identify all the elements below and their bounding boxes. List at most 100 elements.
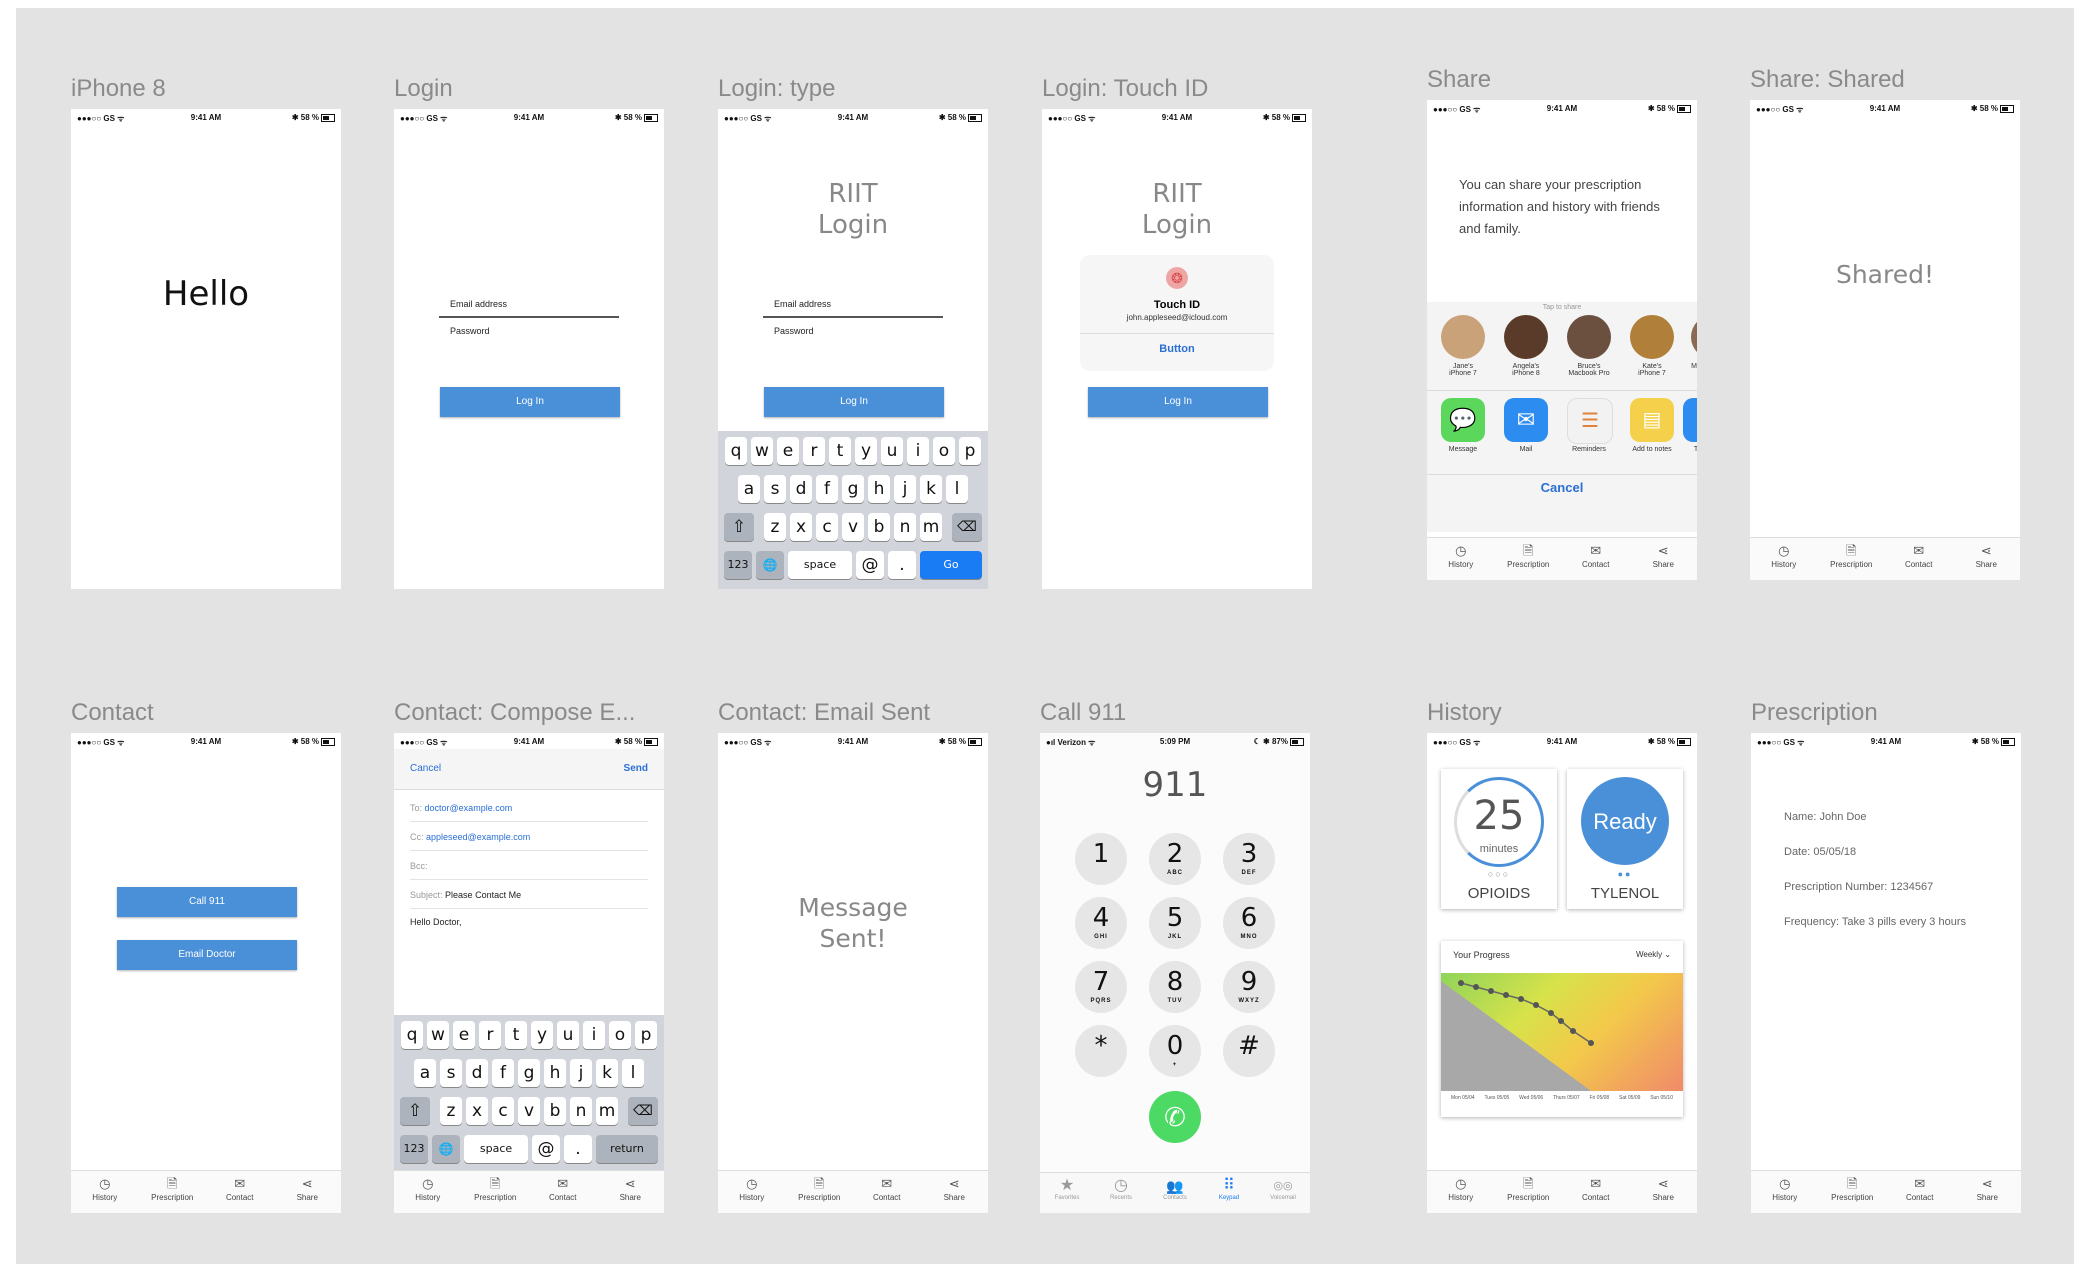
tab-contact[interactable]: ✉ Contact bbox=[209, 1171, 271, 1213]
email-doctor-button[interactable]: Email Doctor bbox=[117, 940, 297, 970]
key-w[interactable]: w bbox=[751, 437, 773, 465]
avatar-jane[interactable] bbox=[1441, 315, 1485, 359]
message-app-icon[interactable]: 💬 bbox=[1441, 398, 1485, 442]
key-o[interactable]: o bbox=[933, 437, 955, 465]
bcc-field[interactable]: Bcc: bbox=[410, 851, 648, 880]
dial-key-7[interactable]: 7 PQRS bbox=[1075, 961, 1127, 1013]
email-body[interactable]: Hello Doctor, bbox=[410, 917, 462, 927]
avatar-kate[interactable] bbox=[1630, 315, 1674, 359]
password-field[interactable]: Password bbox=[774, 326, 814, 336]
tab-history[interactable]: ◷ History bbox=[1430, 538, 1492, 580]
medication-card-opioids[interactable]: 25 minutes ○○○ OPIOIDS bbox=[1441, 769, 1557, 909]
cancel-button[interactable]: Cancel bbox=[1427, 480, 1697, 495]
numbers-key[interactable]: 123 bbox=[400, 1135, 428, 1163]
touch-id-button[interactable]: Button bbox=[1080, 343, 1274, 355]
tab-history[interactable]: ◷ History bbox=[397, 1171, 459, 1213]
tab-prescription[interactable]: 🗎 Prescription bbox=[1497, 538, 1559, 580]
tab-recents[interactable]: ◷ Recents bbox=[1096, 1173, 1146, 1213]
email-field[interactable]: Email address bbox=[774, 299, 831, 309]
globe-key[interactable]: 🌐 bbox=[756, 551, 784, 579]
key-f[interactable]: f bbox=[816, 475, 838, 503]
shift-key[interactable]: ⇧ bbox=[724, 513, 754, 541]
globe-key[interactable]: 🌐 bbox=[432, 1135, 460, 1163]
tab-history[interactable]: ◷ History bbox=[721, 1171, 783, 1213]
tab-history[interactable]: ◷ History bbox=[1430, 1171, 1492, 1213]
tab-prescription[interactable]: 🗎 Prescription bbox=[1820, 538, 1882, 580]
email-field[interactable]: Email address bbox=[450, 299, 507, 309]
dial-key-2[interactable]: 2 ABC bbox=[1149, 833, 1201, 885]
delete-key[interactable]: ⌫ bbox=[952, 513, 982, 541]
key-s[interactable]: s bbox=[440, 1059, 462, 1087]
key-n[interactable]: n bbox=[894, 513, 916, 541]
tab-contact[interactable]: ✉ Contact bbox=[856, 1171, 918, 1213]
key-y[interactable]: y bbox=[531, 1021, 553, 1049]
cc-field[interactable]: Cc: appleseed@example.com bbox=[410, 822, 648, 851]
key-g[interactable]: g bbox=[518, 1059, 540, 1087]
key-b[interactable]: b bbox=[868, 513, 890, 541]
key-m[interactable]: m bbox=[920, 513, 942, 541]
delete-key[interactable]: ⌫ bbox=[628, 1097, 658, 1125]
key-a[interactable]: a bbox=[738, 475, 760, 503]
tab-contact[interactable]: ✉ Contact bbox=[1889, 1171, 1951, 1213]
compose-cancel-button[interactable]: Cancel bbox=[410, 763, 441, 774]
medication-card-tylenol[interactable]: Ready ●● TYLENOL bbox=[1567, 769, 1683, 909]
key-w[interactable]: w bbox=[427, 1021, 449, 1049]
to-field[interactable]: To: doctor@example.com bbox=[410, 793, 648, 822]
tab-prescription[interactable]: 🗎 Prescription bbox=[788, 1171, 850, 1213]
tab-history[interactable]: ◷ History bbox=[1754, 1171, 1816, 1213]
tab-voicemail[interactable]: ◎◎ Voicemail bbox=[1258, 1173, 1308, 1213]
call-button[interactable]: ✆ bbox=[1149, 1091, 1201, 1143]
key-t[interactable]: t bbox=[829, 437, 851, 465]
tab-contact[interactable]: ✉ Contact bbox=[1565, 538, 1627, 580]
tab-share[interactable]: ⋖ Share bbox=[1955, 538, 2017, 580]
dial-key-3[interactable]: 3 DEF bbox=[1223, 833, 1275, 885]
key-e[interactable]: e bbox=[453, 1021, 475, 1049]
key-j[interactable]: j bbox=[570, 1059, 592, 1087]
tab-share[interactable]: ⋖ Share bbox=[923, 1171, 985, 1213]
key-z[interactable]: z bbox=[440, 1097, 462, 1125]
dial-key-0[interactable]: 0 + bbox=[1149, 1025, 1201, 1077]
key-p[interactable]: p bbox=[959, 437, 981, 465]
key-x[interactable]: x bbox=[790, 513, 812, 541]
key-t[interactable]: t bbox=[505, 1021, 527, 1049]
tab-contacts[interactable]: 👥 Contacts bbox=[1150, 1173, 1200, 1213]
key-k[interactable]: k bbox=[596, 1059, 618, 1087]
key-p[interactable]: p bbox=[635, 1021, 657, 1049]
key-x[interactable]: x bbox=[466, 1097, 488, 1125]
key-b[interactable]: b bbox=[544, 1097, 566, 1125]
tab-contact[interactable]: ✉ Contact bbox=[1888, 538, 1950, 580]
key-z[interactable]: z bbox=[764, 513, 786, 541]
key-h[interactable]: h bbox=[544, 1059, 566, 1087]
key-d[interactable]: d bbox=[466, 1059, 488, 1087]
tab-favorites[interactable]: ★ Favorites bbox=[1042, 1173, 1092, 1213]
tab-prescription[interactable]: 🗎 Prescription bbox=[1497, 1171, 1559, 1213]
key-n[interactable]: n bbox=[570, 1097, 592, 1125]
key-u[interactable]: u bbox=[881, 437, 903, 465]
dial-key-5[interactable]: 5 JKL bbox=[1149, 897, 1201, 949]
key-m[interactable]: m bbox=[596, 1097, 618, 1125]
tab-prescription[interactable]: 🗎 Prescription bbox=[464, 1171, 526, 1213]
key-e[interactable]: e bbox=[777, 437, 799, 465]
key-g[interactable]: g bbox=[842, 475, 864, 503]
tab-prescription[interactable]: 🗎 Prescription bbox=[1821, 1171, 1883, 1213]
dot-key[interactable]: . bbox=[888, 551, 916, 579]
key-h[interactable]: h bbox=[868, 475, 890, 503]
key-d[interactable]: d bbox=[790, 475, 812, 503]
tab-share[interactable]: ⋖ Share bbox=[1632, 1171, 1694, 1213]
go-key[interactable]: Go bbox=[920, 551, 982, 579]
dial-key-star[interactable]: * bbox=[1075, 1025, 1127, 1077]
space-key[interactable]: space bbox=[788, 551, 852, 579]
key-r[interactable]: r bbox=[479, 1021, 501, 1049]
tab-contact[interactable]: ✉ Contact bbox=[1565, 1171, 1627, 1213]
key-c[interactable]: c bbox=[816, 513, 838, 541]
tab-history[interactable]: ◷ History bbox=[74, 1171, 136, 1213]
key-v[interactable]: v bbox=[842, 513, 864, 541]
key-k[interactable]: k bbox=[920, 475, 942, 503]
tab-prescription[interactable]: 🗎 Prescription bbox=[141, 1171, 203, 1213]
dial-key-4[interactable]: 4 GHI bbox=[1075, 897, 1127, 949]
subject-field[interactable]: Subject: Please Contact Me bbox=[410, 880, 648, 909]
tab-contact[interactable]: ✉ Contact bbox=[532, 1171, 594, 1213]
key-s[interactable]: s bbox=[764, 475, 786, 503]
numbers-key[interactable]: 123 bbox=[724, 551, 752, 579]
tab-share[interactable]: ⋖ Share bbox=[1956, 1171, 2018, 1213]
